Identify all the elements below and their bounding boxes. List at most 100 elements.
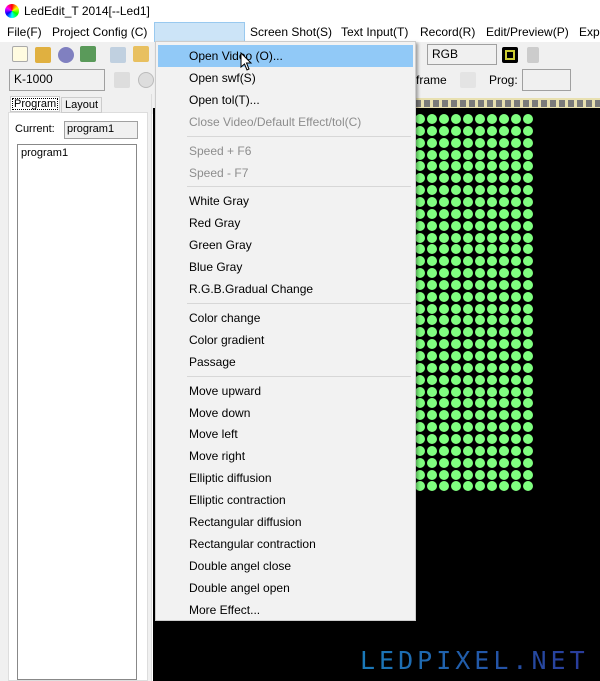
new-icon[interactable]	[12, 46, 28, 62]
led-dot	[439, 351, 449, 361]
led-dot	[415, 114, 425, 124]
led-dot	[427, 268, 437, 279]
prog-field[interactable]	[522, 69, 571, 91]
menu-item-elliptic-contraction[interactable]: Elliptic contraction	[158, 489, 413, 511]
led-dot	[463, 220, 473, 231]
led-dot	[487, 469, 497, 480]
menu-item-white-gray[interactable]: White Gray	[158, 190, 413, 212]
led-dot	[499, 433, 509, 444]
led-dot	[499, 386, 509, 397]
led-dot	[427, 279, 437, 290]
led-dot	[451, 362, 461, 373]
led-dot	[451, 457, 461, 468]
stop-icon[interactable]	[138, 72, 154, 88]
settings-icon[interactable]	[58, 47, 74, 63]
led-dot	[487, 125, 497, 136]
program-list-item[interactable]: program1	[21, 147, 133, 159]
led-dot	[415, 220, 425, 231]
led-dot	[463, 303, 473, 314]
color-order-field[interactable]: RGB	[427, 44, 497, 65]
video-effect-menu: Open Video (O)... Open swf(S) Open tol(T).…	[155, 41, 416, 621]
led-dot	[439, 137, 449, 148]
menu-item-color-change[interactable]: Color change	[158, 307, 413, 329]
led-dot	[475, 469, 485, 480]
menu-separator	[187, 375, 411, 377]
led-dot	[463, 114, 473, 124]
menu-item-r-g-b-gradual-change[interactable]: R.G.B.Gradual Change	[158, 278, 413, 300]
led-dot	[451, 137, 461, 148]
led-dot	[487, 303, 497, 314]
3d-icon[interactable]	[460, 72, 476, 88]
led-dot	[475, 362, 485, 373]
tab-layout[interactable]: Layout	[61, 97, 103, 113]
menu-text-input[interactable]: Text Input(T)	[341, 25, 408, 39]
menu-edit-preview[interactable]: Edit/Preview(P)	[486, 25, 569, 39]
led-dot	[439, 220, 449, 231]
menu-item-open-tol-t[interactable]: Open tol(T)...	[158, 89, 413, 111]
led-dot	[487, 279, 497, 290]
list-icon[interactable]	[110, 47, 126, 63]
current-program-field[interactable]: program1	[64, 121, 138, 139]
menu-item-green-gray[interactable]: Green Gray	[158, 234, 413, 256]
menu-item-passage[interactable]: Passage	[158, 351, 413, 373]
menu-item-rectangular-diffusion[interactable]: Rectangular diffusion	[158, 511, 413, 533]
led-dot	[523, 374, 533, 385]
page-icon[interactable]	[527, 47, 539, 63]
menu-item-move-upward[interactable]: Move upward	[158, 380, 413, 402]
led-dot	[451, 114, 461, 124]
menu-file[interactable]: File(F)	[7, 25, 42, 39]
led-dot	[427, 433, 437, 444]
menu-item-rectangular-contraction[interactable]: Rectangular contraction	[158, 533, 413, 555]
led-dot	[487, 208, 497, 219]
led-dot	[511, 220, 521, 231]
program-list[interactable]: program1	[17, 144, 137, 680]
led-dot	[415, 196, 425, 207]
led-dot	[523, 196, 533, 207]
led-dot	[427, 291, 437, 302]
menu-item-red-gray[interactable]: Red Gray	[158, 212, 413, 234]
menu-item-double-angel-close[interactable]: Double angel close	[158, 555, 413, 577]
led-dot	[415, 445, 425, 456]
led-dot	[499, 125, 509, 136]
menu-item-speed-f: Speed - F7	[189, 165, 249, 180]
menu-item-double-angel-open[interactable]: Double angel open	[158, 577, 413, 599]
led-dot	[475, 268, 485, 279]
led-dot	[451, 196, 461, 207]
tab-program[interactable]: Program	[10, 96, 61, 112]
menu-screen-shot[interactable]: Screen Shot(S)	[250, 25, 332, 39]
led-dot	[463, 291, 473, 302]
led-dot	[511, 351, 521, 361]
led-dot	[475, 445, 485, 456]
led-dot	[523, 457, 533, 468]
led-dot	[463, 125, 473, 136]
menu-item-move-left[interactable]: Move left	[158, 423, 413, 445]
led-dot	[523, 469, 533, 480]
open-folder-icon[interactable]	[35, 47, 51, 63]
menu-item-blue-gray[interactable]: Blue Gray	[158, 256, 413, 278]
led-dot	[415, 469, 425, 480]
led-dot	[463, 196, 473, 207]
led-dot	[523, 279, 533, 290]
image-icon[interactable]	[80, 46, 96, 62]
led-dot	[427, 457, 437, 468]
controller-field[interactable]: K-1000	[9, 69, 105, 91]
menu-item-move-right[interactable]: Move right	[158, 445, 413, 467]
menu-item-open-video-o[interactable]: Open Video (O)...	[158, 45, 413, 67]
led-dot	[415, 268, 425, 279]
menu-record[interactable]: Record(R)	[420, 25, 475, 39]
led-dot	[451, 445, 461, 456]
menu-item-elliptic-diffusion[interactable]: Elliptic diffusion	[158, 467, 413, 489]
copy-icon[interactable]	[133, 46, 149, 62]
program-tab-page: Current: program1 program1	[8, 112, 148, 681]
menu-exp[interactable]: Exp	[579, 25, 600, 39]
led-dot	[523, 433, 533, 444]
preview-icon[interactable]	[114, 72, 130, 88]
led-dot	[415, 351, 425, 361]
menu-item-open-swf-s[interactable]: Open swf(S)	[158, 67, 413, 89]
led-dot	[475, 125, 485, 136]
led-icon[interactable]	[502, 47, 518, 63]
menu-item-color-gradient[interactable]: Color gradient	[158, 329, 413, 351]
menu-item-more-effect[interactable]: More Effect...	[158, 599, 413, 621]
menu-project-config[interactable]: Project Config (C)	[52, 25, 147, 39]
menu-item-move-down[interactable]: Move down	[158, 402, 413, 424]
